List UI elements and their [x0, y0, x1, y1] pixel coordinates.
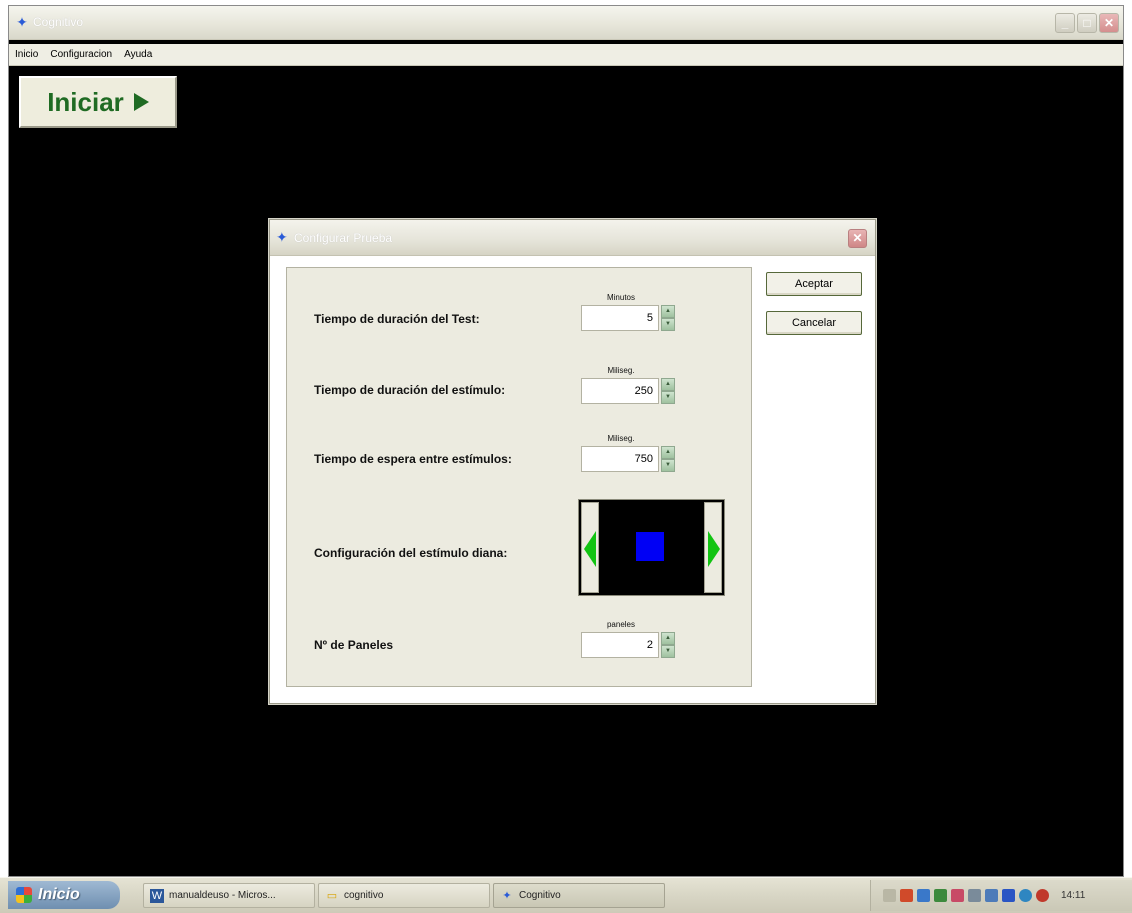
- dialog-titlebar: ✦ Configurar Prueba ✕: [270, 220, 875, 256]
- menu-ayuda[interactable]: Ayuda: [122, 49, 154, 60]
- task-label: cognitivo: [344, 890, 384, 901]
- test-duration-input[interactable]: 5: [581, 305, 659, 331]
- increment-icon[interactable]: ▲: [661, 632, 675, 645]
- task-label: Cognitivo: [519, 890, 561, 901]
- menu-inicio[interactable]: Inicio: [13, 49, 40, 60]
- configurar-prueba-dialog: ✦ Configurar Prueba ✕ Tiempo de duración…: [269, 219, 876, 704]
- test-duration-unit: Minutos: [606, 293, 635, 302]
- close-button[interactable]: ✕: [1099, 13, 1119, 33]
- increment-icon[interactable]: ▲: [661, 446, 675, 459]
- stimulus-duration-input[interactable]: 250: [581, 378, 659, 404]
- menubar: Inicio Configuracion Ayuda: [9, 44, 1123, 66]
- iniciar-button[interactable]: Iniciar: [19, 76, 177, 128]
- app-icon: ✦: [502, 889, 512, 902]
- task-manualdeuso[interactable]: W manualdeuso - Micros...: [143, 883, 315, 908]
- stimulus-duration-spin-buttons: ▲ ▼: [661, 378, 675, 404]
- network-icon[interactable]: [917, 889, 930, 902]
- wait-between-spin-buttons: ▲ ▼: [661, 446, 675, 472]
- menu-configuracion[interactable]: Configuracion: [48, 49, 114, 60]
- dialog-app-icon: ✦: [276, 229, 288, 245]
- stimulus-preview: [578, 499, 725, 596]
- panels-input[interactable]: 2: [581, 632, 659, 658]
- play-icon: [133, 93, 149, 111]
- audio-icon[interactable]: [951, 889, 964, 902]
- display-icon[interactable]: [985, 889, 998, 902]
- app-icon: ✦: [16, 14, 28, 30]
- test-duration-label: Tiempo de duración del Test:: [314, 312, 480, 326]
- stimulus-duration-label: Tiempo de duración del estímulo:: [314, 383, 506, 397]
- previous-stimulus-button[interactable]: [581, 502, 599, 593]
- wait-between-label: Tiempo de espera entre estímulos:: [314, 452, 512, 466]
- wait-between-stepper[interactable]: 750 ▲ ▼: [581, 446, 677, 472]
- target-config-label: Configuración del estímulo diana:: [314, 546, 508, 560]
- panels-unit: paneles: [606, 620, 636, 629]
- decrement-icon[interactable]: ▼: [661, 459, 675, 472]
- system-tray: 14:11: [870, 880, 1132, 911]
- accept-button[interactable]: Aceptar: [766, 272, 862, 296]
- dialog-title: Configurar Prueba: [294, 231, 393, 245]
- wait-between-input[interactable]: 750: [581, 446, 659, 472]
- taskbar: Inicio W manualdeuso - Micros... ▭ cogni…: [0, 877, 1132, 913]
- update-icon[interactable]: [1019, 889, 1032, 902]
- windows-logo-icon: [16, 887, 32, 903]
- increment-icon[interactable]: ▲: [661, 305, 675, 318]
- panels-label: Nº de Paneles: [314, 638, 394, 652]
- maximize-button[interactable]: □: [1077, 13, 1097, 33]
- stimulus-duration-unit: Miliseg.: [607, 366, 635, 375]
- cancel-button[interactable]: Cancelar: [766, 311, 862, 335]
- start-menu-button[interactable]: Inicio: [8, 881, 120, 909]
- test-duration-stepper[interactable]: 5 ▲ ▼: [581, 305, 677, 331]
- test-duration-spin-buttons: ▲ ▼: [661, 305, 675, 331]
- panels-stepper[interactable]: 2 ▲ ▼: [581, 632, 677, 658]
- bluetooth-icon[interactable]: [1002, 889, 1015, 902]
- task-label: manualdeuso - Micros...: [169, 890, 276, 901]
- word-document-icon: W: [150, 888, 164, 903]
- keyboard-icon[interactable]: [883, 889, 896, 902]
- app-title: Cognitivo: [33, 15, 84, 29]
- decrement-icon[interactable]: ▼: [661, 318, 675, 331]
- users-icon[interactable]: [934, 889, 947, 902]
- decrement-icon[interactable]: ▼: [661, 645, 675, 658]
- clock: 14:11: [1061, 890, 1086, 901]
- folder-icon: ▭: [326, 889, 338, 902]
- target-stimulus-square: [636, 532, 664, 561]
- minimize-button[interactable]: _: [1055, 13, 1075, 33]
- task-cognitivo-app[interactable]: ✦ Cognitivo: [493, 883, 665, 908]
- stimulus-duration-stepper[interactable]: 250 ▲ ▼: [581, 378, 677, 404]
- app-titlebar: ✦ Cognitivo _ □ ✕: [9, 6, 1123, 40]
- wireless-icon[interactable]: [968, 889, 981, 902]
- dialog-close-button[interactable]: ✕: [848, 229, 867, 248]
- arrow-right-icon: [708, 531, 720, 567]
- antivirus-icon[interactable]: [1036, 889, 1049, 902]
- panels-spin-buttons: ▲ ▼: [661, 632, 675, 658]
- wait-between-unit: Miliseg.: [607, 434, 635, 443]
- window-controls: _ □ ✕: [1055, 13, 1119, 33]
- arrow-left-icon: [584, 531, 596, 567]
- task-cognitivo-folder[interactable]: ▭ cognitivo: [318, 883, 490, 908]
- iniciar-label: Iniciar: [47, 86, 124, 117]
- start-label: Inicio: [38, 886, 80, 903]
- decrement-icon[interactable]: ▼: [661, 391, 675, 404]
- increment-icon[interactable]: ▲: [661, 378, 675, 391]
- next-stimulus-button[interactable]: [704, 502, 722, 593]
- settings-panel: Tiempo de duración del Test: Minutos 5 ▲…: [286, 267, 752, 687]
- security-icon[interactable]: [900, 889, 913, 902]
